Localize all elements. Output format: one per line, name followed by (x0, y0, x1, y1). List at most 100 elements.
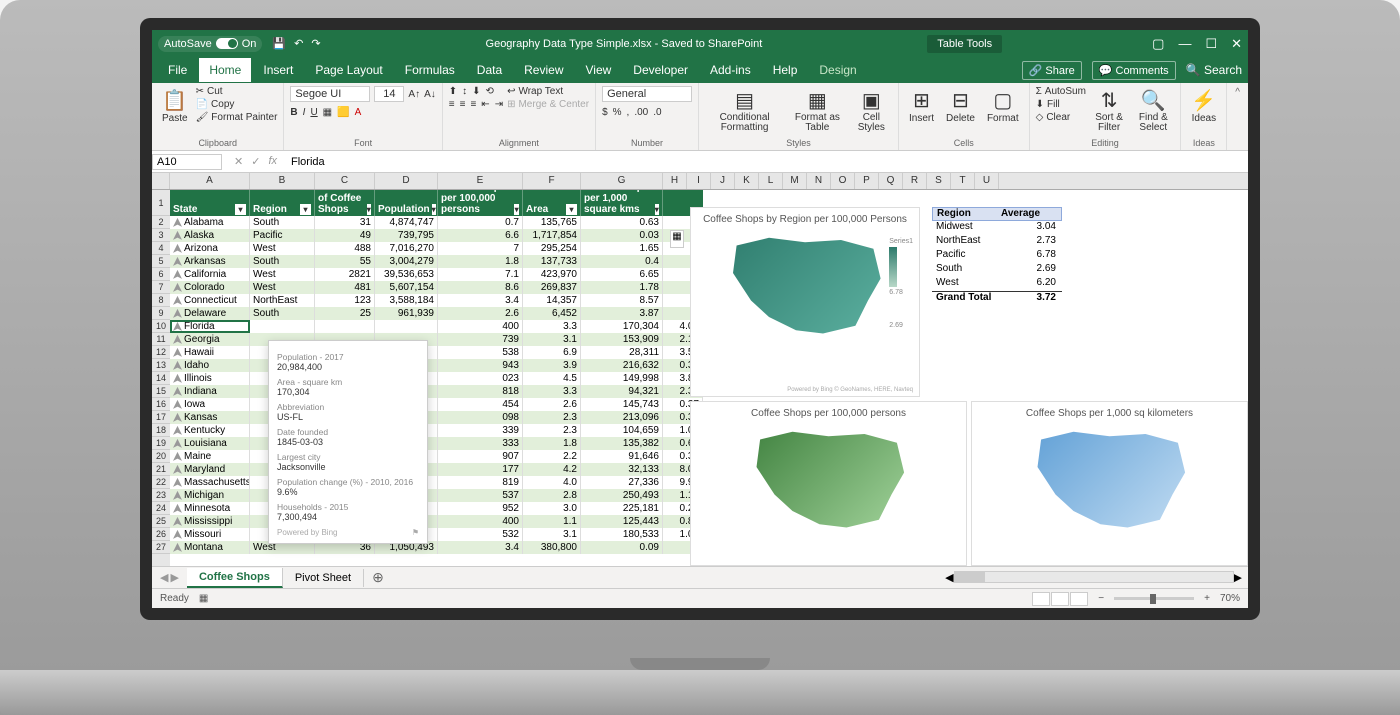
row-header[interactable]: 20 (152, 450, 170, 463)
table-row[interactable]: CaliforniaWest282139,536,6537.1423,9706.… (170, 268, 703, 281)
row-header[interactable]: 23 (152, 489, 170, 502)
align-center-icon[interactable]: ≡ (460, 99, 466, 110)
table-row[interactable]: Iowa4542.6145,7430.37 (170, 398, 703, 411)
row-header[interactable]: 5 (152, 255, 170, 268)
row-header[interactable]: 8 (152, 294, 170, 307)
tab-home[interactable]: Home (199, 58, 251, 82)
copy-button[interactable]: 📄 Copy (196, 99, 278, 110)
number-format-select[interactable]: General (602, 86, 692, 102)
format-cells-button[interactable]: ▢Format (983, 86, 1023, 126)
filter-icon[interactable]: ▾ (514, 204, 519, 215)
sheet-tab-coffee-shops[interactable]: Coffee Shops (187, 568, 283, 588)
macro-record-icon[interactable]: ▦ (199, 593, 208, 604)
sort-filter-button[interactable]: ⇅Sort & Filter (1090, 86, 1128, 135)
table-row[interactable]: AlabamaSouth314,874,7470.7135,7650.63 (170, 216, 703, 229)
tab-design[interactable]: Design (809, 58, 866, 82)
autosave-switch-icon[interactable] (216, 38, 238, 49)
select-all-corner[interactable] (152, 173, 170, 189)
header-state[interactable]: State▾ (170, 190, 250, 216)
tab-insert[interactable]: Insert (253, 58, 303, 82)
row-header[interactable]: 1 (152, 190, 170, 216)
underline-button[interactable]: U (310, 107, 317, 118)
decrease-decimal-button[interactable]: .0 (653, 107, 661, 118)
column-header[interactable]: H (663, 173, 687, 189)
name-box[interactable] (152, 154, 222, 170)
pivot-summary-table[interactable]: RegionAverage Midwest3.04NorthEast2.73Pa… (932, 207, 1062, 397)
align-bottom-icon[interactable]: ⬇ (472, 86, 480, 97)
row-header[interactable]: 17 (152, 411, 170, 424)
row-header[interactable]: 16 (152, 398, 170, 411)
table-row[interactable]: ArizonaWest4887,016,2707295,2541.65 (170, 242, 703, 255)
column-header[interactable]: G (581, 173, 663, 189)
row-header[interactable]: 2 (152, 216, 170, 229)
row-header[interactable]: 15 (152, 385, 170, 398)
tab-pagelayout[interactable]: Page Layout (305, 58, 392, 82)
enter-formula-icon[interactable]: ✓ (251, 155, 260, 168)
row-header[interactable]: 26 (152, 528, 170, 541)
tab-addins[interactable]: Add-ins (700, 58, 761, 82)
table-row[interactable]: Kentucky3392.3104,6591.00 (170, 424, 703, 437)
tab-file[interactable]: File (158, 58, 197, 82)
tab-help[interactable]: Help (763, 58, 808, 82)
table-tools-tab[interactable]: Table Tools (927, 35, 1002, 53)
comma-button[interactable]: , (627, 107, 630, 118)
row-header[interactable]: 25 (152, 515, 170, 528)
map-chart-per100k[interactable]: Coffee Shops per 100,000 persons 3.96.73… (690, 401, 967, 566)
indent-left-icon[interactable]: ⇤ (481, 99, 489, 110)
filter-icon[interactable]: ▾ (432, 204, 436, 215)
column-header[interactable]: A (170, 173, 250, 189)
tab-developer[interactable]: Developer (623, 58, 698, 82)
align-middle-icon[interactable]: ↕ (462, 86, 467, 97)
fill-button[interactable]: ⬇ Fill (1036, 99, 1086, 110)
row-header[interactable]: 11 (152, 333, 170, 346)
column-header[interactable]: B (250, 173, 315, 189)
table-row[interactable]: Idaho9433.9216,6320.31 (170, 359, 703, 372)
row-header[interactable]: 21 (152, 463, 170, 476)
zoom-out-button[interactable]: − (1098, 593, 1104, 604)
row-header[interactable]: 4 (152, 242, 170, 255)
comments-button[interactable]: 💬 Comments (1092, 61, 1176, 80)
redo-icon[interactable]: ↷ (311, 37, 320, 50)
font-name-select[interactable]: Segoe UI (290, 86, 370, 102)
insert-cells-button[interactable]: ⊞Insert (905, 86, 938, 126)
font-color-button[interactable]: A (355, 107, 362, 118)
table-row[interactable]: AlaskaPacific49739,7956.61,717,8540.03 (170, 229, 703, 242)
table-row[interactable]: DelawareSouth25961,9392.66,4523.87 (170, 307, 703, 320)
filter-icon[interactable]: ▾ (300, 204, 311, 215)
maximize-icon[interactable]: ☐ (1205, 36, 1217, 52)
header-region[interactable]: Region▾ (250, 190, 315, 216)
increase-decimal-button[interactable]: .00 (634, 107, 648, 118)
format-as-table-button[interactable]: ▦Format as Table (788, 86, 847, 135)
column-header[interactable]: O (831, 173, 855, 189)
cut-button[interactable]: ✂ Cut (196, 86, 278, 97)
border-button[interactable]: ▦ (323, 107, 332, 118)
table-row[interactable]: Maine9072.291,6460.33 (170, 450, 703, 463)
ribbon-display-icon[interactable]: ▢ (1152, 36, 1164, 52)
map-chart-region[interactable]: Coffee Shops by Region per 100,000 Perso… (690, 207, 920, 397)
column-header[interactable]: M (783, 173, 807, 189)
filter-icon[interactable]: ▾ (566, 204, 577, 215)
autosum-button[interactable]: Σ AutoSum (1036, 86, 1086, 97)
autosave-toggle[interactable]: AutoSave On (158, 36, 262, 52)
row-header[interactable]: 12 (152, 346, 170, 359)
sheet-tab-pivot-sheet[interactable]: Pivot Sheet (283, 569, 364, 587)
table-row[interactable]: ColoradoWest4815,607,1548.6269,8371.78 (170, 281, 703, 294)
align-top-icon[interactable]: ⬆ (449, 86, 457, 97)
table-row[interactable]: Massachusetts8194.027,3369.99 (170, 476, 703, 489)
table-row[interactable]: MontanaWest361,050,4933.4380,8000.09 (170, 541, 703, 554)
header-num-shops[interactable]: Number of Coffee Shops▾ (315, 190, 375, 216)
filter-icon[interactable]: ▾ (367, 204, 371, 215)
header-per1000km[interactable]: Coffee Shops per 1,000 square kms▾ (581, 190, 663, 216)
insert-data-icon[interactable]: ▦ (670, 230, 684, 248)
zoom-slider[interactable] (1114, 597, 1194, 600)
row-header[interactable]: 10 (152, 320, 170, 333)
save-icon[interactable]: 💾 (272, 37, 286, 50)
ideas-button[interactable]: ⚡Ideas (1187, 86, 1220, 126)
header-area[interactable]: Area▾ (523, 190, 581, 216)
filter-icon[interactable]: ▾ (655, 204, 659, 215)
column-header[interactable]: R (903, 173, 927, 189)
pivot-row[interactable]: Pacific6.78 (932, 249, 1062, 263)
row-header[interactable]: 18 (152, 424, 170, 437)
close-icon[interactable]: ✕ (1231, 36, 1242, 52)
table-row[interactable]: Missouri5323.1180,5331.04 (170, 528, 703, 541)
